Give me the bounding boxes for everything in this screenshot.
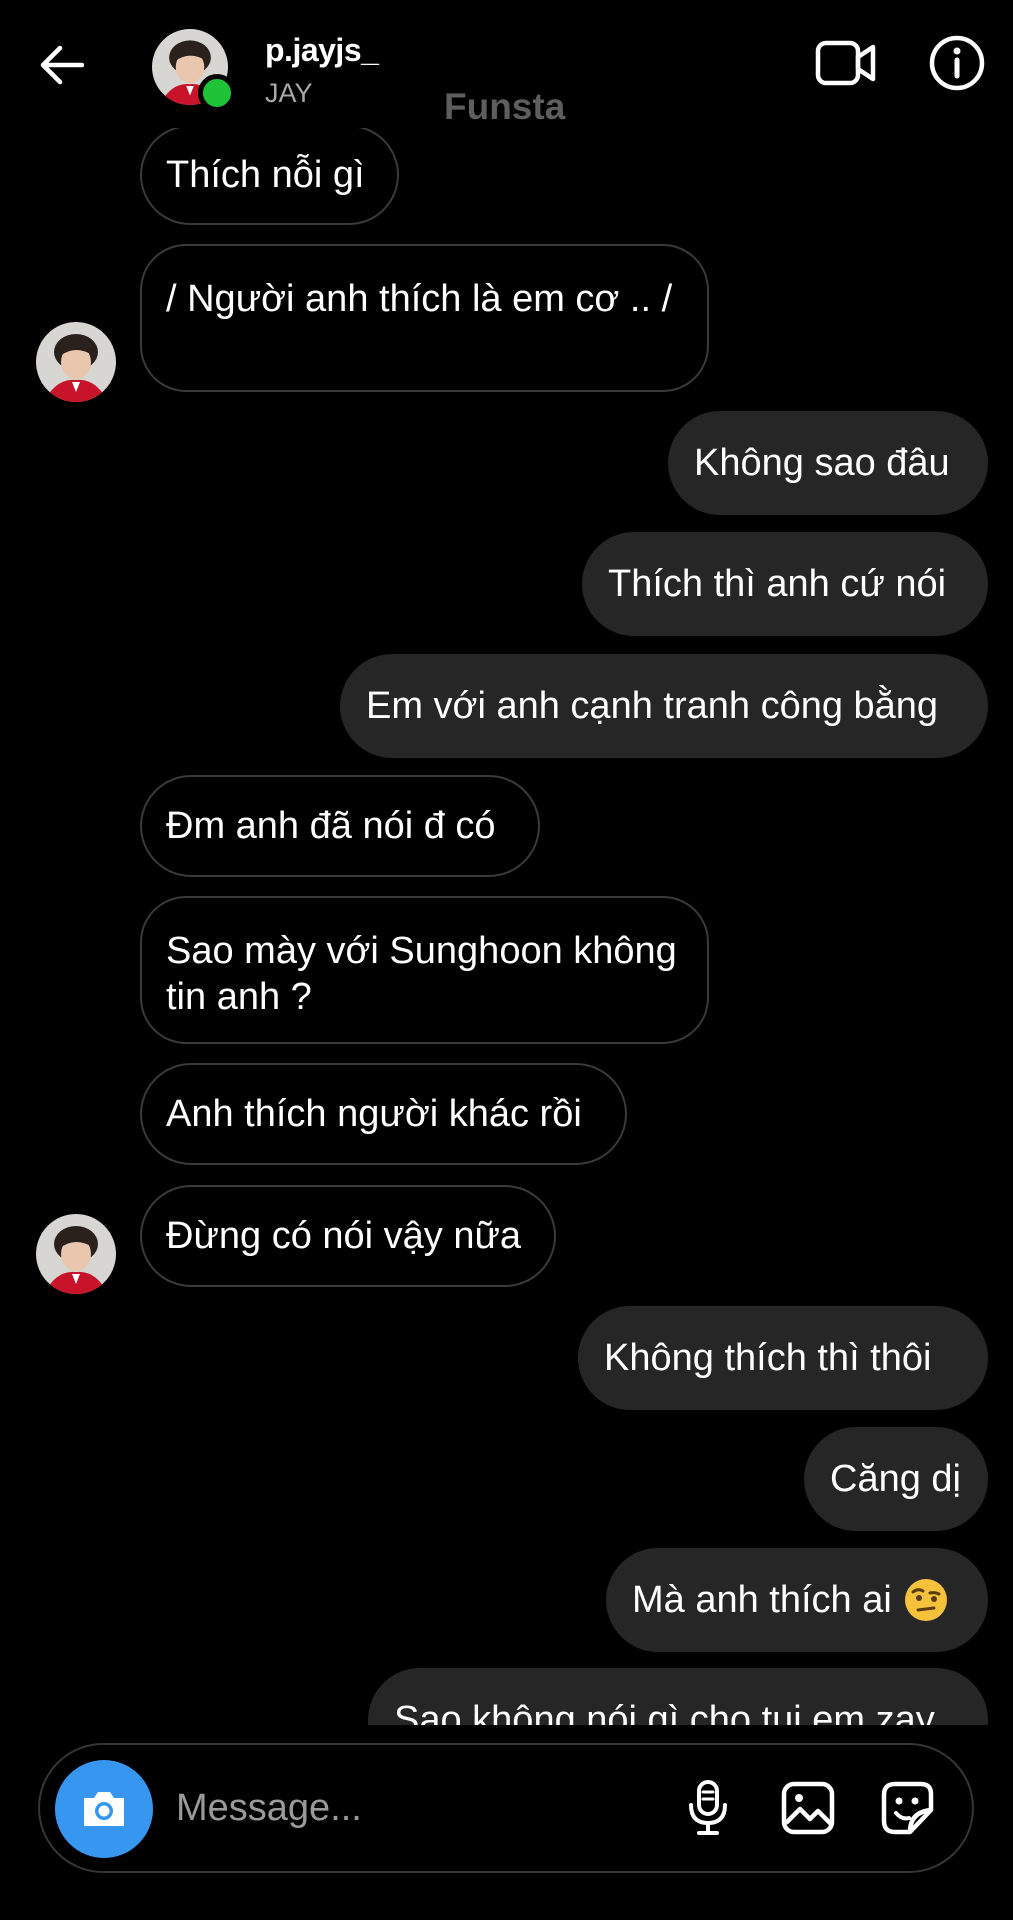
gallery-button[interactable] — [776, 1775, 840, 1841]
voice-message-button[interactable] — [676, 1775, 740, 1841]
message-bubble[interactable]: Đm anh đã nói đ có — [140, 775, 540, 877]
info-button[interactable] — [926, 32, 988, 94]
chat-username[interactable]: p.jayjs_ — [265, 32, 379, 69]
message-bubble[interactable]: Sao không nói gì cho tui em zay — [368, 1668, 988, 1725]
message-composer — [38, 1743, 974, 1873]
message-bubble[interactable]: Không sao đâu — [668, 411, 988, 515]
video-camera-icon — [815, 40, 876, 86]
info-icon — [929, 35, 985, 91]
camera-button[interactable] — [55, 1760, 153, 1858]
overlay-label: Funsta — [444, 86, 566, 127]
arrow-left-icon — [40, 45, 84, 85]
raised-eyebrow-emoji-icon — [904, 1578, 948, 1622]
message-text: Mà anh thích ai — [632, 1579, 892, 1621]
message-bubble[interactable]: Không thích thì thôi — [578, 1306, 988, 1410]
camera-icon — [84, 1792, 124, 1826]
message-bubble[interactable]: Đừng có nói vậy nữa — [140, 1185, 556, 1287]
sticker-icon — [881, 1781, 934, 1835]
message-bubble[interactable]: Em với anh cạnh tranh công bằng — [340, 654, 988, 758]
back-button[interactable] — [30, 36, 94, 94]
video-call-button[interactable] — [812, 32, 880, 94]
message-input[interactable] — [176, 1775, 576, 1841]
message-thread[interactable]: Thích nỗi gì / Người anh thích là em cơ … — [0, 0, 1013, 1725]
message-bubble[interactable]: Anh thích người khác rồi — [140, 1063, 627, 1165]
chat-display-name[interactable]: JAY — [265, 78, 313, 109]
message-bubble[interactable]: Thích nỗi gì — [140, 125, 399, 225]
message-bubble[interactable]: / Người anh thích là em cơ .. / — [140, 244, 709, 392]
sender-avatar[interactable] — [36, 1214, 116, 1294]
image-icon — [781, 1781, 835, 1835]
sticker-button[interactable] — [876, 1775, 940, 1841]
message-bubble[interactable]: Mà anh thích ai — [606, 1548, 988, 1652]
sender-avatar[interactable] — [36, 322, 116, 402]
message-bubble[interactable]: Căng dị — [804, 1427, 988, 1531]
online-status-dot — [198, 74, 236, 112]
message-bubble[interactable]: Sao mày với Sunghoon không tin anh ? — [140, 896, 709, 1044]
microphone-icon — [689, 1780, 727, 1835]
message-bubble[interactable]: Thích thì anh cứ nói — [582, 532, 988, 636]
